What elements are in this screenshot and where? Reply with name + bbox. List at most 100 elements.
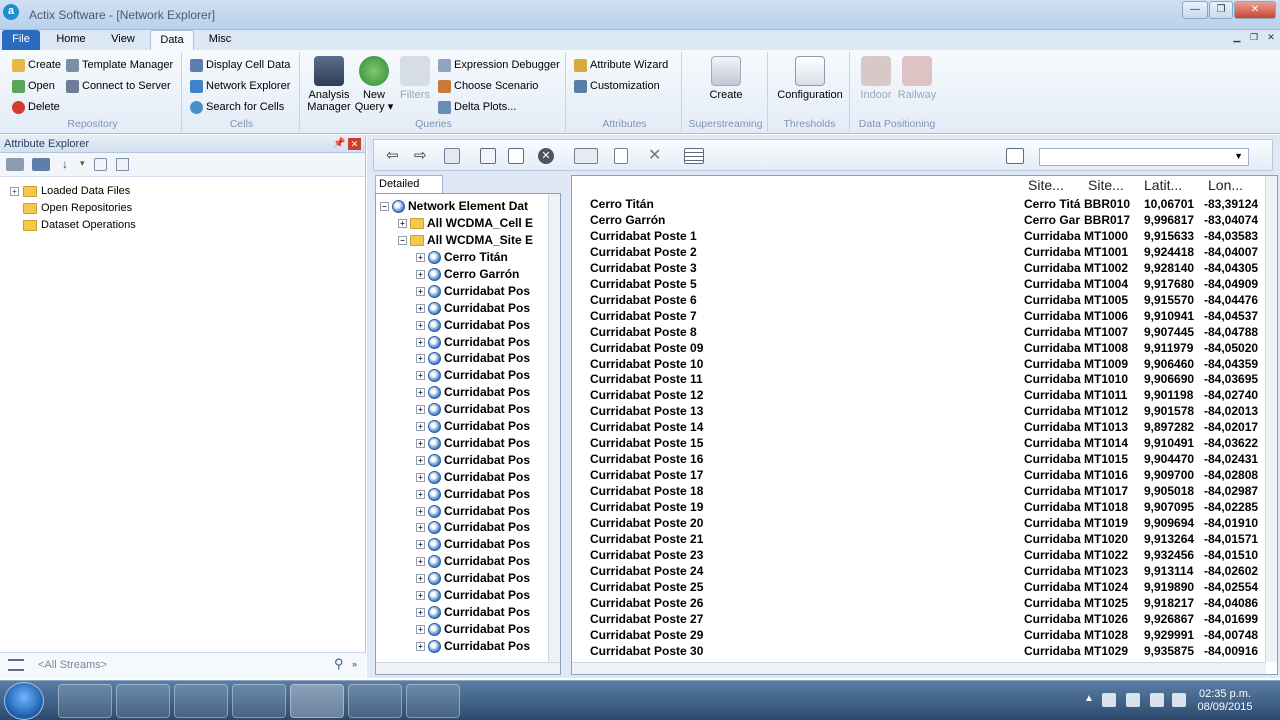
start-button[interactable] (4, 682, 44, 720)
list-row[interactable]: Curridabat Poste 09 Curridaba MT1008 9,9119… (572, 340, 1277, 356)
tree-node[interactable]: + Curridabat Pos (416, 587, 530, 604)
list-horizontal-scrollbar[interactable] (572, 662, 1266, 674)
tree-node[interactable]: + Curridabat Pos (416, 553, 530, 570)
add-icon[interactable] (94, 158, 107, 171)
tree-node[interactable]: + Curridabat Pos (416, 350, 530, 367)
tab-data[interactable]: Data (150, 30, 194, 50)
stop-icon[interactable]: ✕ (538, 148, 554, 164)
attribute-wizard-button[interactable]: Attribute Wizard (574, 56, 668, 74)
search-for-cells-button[interactable]: Search for Cells (190, 98, 284, 116)
minimize-button[interactable]: — (1182, 1, 1208, 19)
customization-button[interactable]: Customization (574, 77, 660, 95)
edit-icon[interactable] (480, 148, 496, 164)
tree-node[interactable]: + Curridabat Pos (416, 418, 530, 435)
expand-icon[interactable]: + (416, 337, 425, 347)
list-row[interactable]: Curridabat Poste 20 Curridaba MT1019 9,9096… (572, 515, 1277, 531)
tray-network-icon[interactable] (1150, 693, 1164, 707)
superstreaming-create-button[interactable]: Create (704, 56, 748, 101)
expand-icon[interactable]: + (416, 320, 425, 330)
list-row[interactable]: Curridabat Poste 16 Curridaba MT1015 9,9044… (572, 451, 1277, 467)
tab-file[interactable]: File (2, 30, 40, 50)
create-button[interactable]: Create (12, 56, 61, 74)
tree-horizontal-scrollbar[interactable] (376, 662, 560, 674)
tree-item-open-repositories[interactable]: Open Repositories (23, 202, 132, 214)
close-button[interactable]: ✕ (1234, 1, 1276, 19)
mdi-restore-button[interactable]: ❐ (1247, 32, 1261, 44)
expand-icon[interactable]: + (416, 540, 425, 550)
display-cell-data-button[interactable]: Display Cell Data (190, 56, 290, 74)
tree-root-node[interactable]: − Network Element Dat (380, 198, 528, 215)
expand-icon[interactable]: + (416, 557, 425, 567)
tree-node[interactable]: + Cerro Titán (416, 249, 508, 266)
expand-icon[interactable]: + (416, 354, 425, 364)
tree-vertical-scrollbar[interactable] (548, 194, 560, 664)
expand-icon[interactable]: + (416, 574, 425, 584)
open-folder-icon[interactable] (574, 148, 598, 164)
list-row[interactable]: Curridabat Poste 1 Curridaba MT1000 9,91563… (572, 228, 1277, 244)
connect-to-server-button[interactable]: Connect to Server (66, 77, 171, 95)
tree-node[interactable]: + Curridabat Pos (416, 621, 530, 638)
clock[interactable]: 02:35 p.m. 08/09/2015 (1192, 688, 1258, 714)
tree-node[interactable]: + Curridabat Pos (416, 570, 530, 587)
expand-icon[interactable]: + (416, 591, 425, 600)
expand-icon[interactable]: + (10, 186, 19, 196)
app-task-icon-2[interactable] (406, 684, 460, 718)
tree-node[interactable]: + Curridabat Pos (416, 536, 530, 553)
open-button[interactable]: Open (12, 77, 55, 95)
tree-node[interactable]: + Curridabat Pos (416, 519, 530, 536)
choose-scenario-button[interactable]: Choose Scenario (438, 77, 538, 95)
delete-icon[interactable]: ✕ (648, 148, 664, 164)
analysis-manager-button[interactable]: Analysis Manager (306, 56, 352, 113)
expand-icon[interactable]: + (416, 506, 425, 516)
tree-node[interactable]: + Curridabat Pos (416, 486, 530, 503)
tree-node[interactable]: + Curridabat Pos (416, 401, 530, 418)
list-row[interactable]: Curridabat Poste 2 Curridaba MT1001 9,92441… (572, 244, 1277, 260)
list-row[interactable]: Curridabat Poste 7 Curridaba MT1006 9,91094… (572, 308, 1277, 324)
list-vertical-scrollbar[interactable] (1265, 176, 1277, 662)
tree-node[interactable]: + Curridabat Pos (416, 452, 530, 469)
up-folder-icon[interactable] (444, 148, 460, 164)
find-icon[interactable] (1006, 148, 1024, 164)
template-manager-button[interactable]: Template Manager (66, 56, 173, 74)
delete-button[interactable]: Delete (12, 98, 60, 116)
list-row[interactable]: Curridabat Poste 8 Curridaba MT1007 9,90744… (572, 324, 1277, 340)
tree-node[interactable]: + Curridabat Pos (416, 384, 530, 401)
list-row[interactable]: Curridabat Poste 19 Curridaba MT1018 9,9070… (572, 499, 1277, 515)
explorer-task-icon[interactable] (58, 684, 112, 718)
dropdown-arrow-icon[interactable]: ▼ (1234, 151, 1243, 161)
column-header-site-name[interactable]: Site... (1028, 176, 1064, 194)
mdi-close-button[interactable]: ✕ (1264, 32, 1278, 44)
chart-app-task-icon[interactable] (232, 684, 286, 718)
tree-node[interactable]: + Curridabat Pos (416, 435, 530, 452)
list-row[interactable]: Curridabat Poste 17 Curridaba MT1016 9,9097… (572, 467, 1277, 483)
new-query-button[interactable]: New Query ▾ (354, 56, 394, 113)
tab-home[interactable]: Home (48, 30, 94, 50)
tree-item-dataset-operations[interactable]: Dataset Operations (23, 219, 136, 231)
expand-icon[interactable]: + (416, 438, 425, 448)
properties-icon[interactable] (116, 158, 129, 171)
search-input[interactable]: ▼ (1039, 148, 1249, 166)
list-row[interactable]: Curridabat Poste 26 Curridaba MT1025 9,9182… (572, 595, 1277, 611)
list-row[interactable]: Curridabat Poste 21 Curridaba MT1020 9,9132… (572, 531, 1277, 547)
stream-input[interactable]: <All Streams> (38, 659, 107, 671)
column-header-site-id[interactable]: Site... (1088, 176, 1124, 194)
close-panel-icon[interactable]: ✕ (348, 138, 361, 150)
tray-arrow-icon[interactable]: ▲ (1084, 693, 1094, 704)
filter-icon[interactable] (6, 158, 24, 171)
expression-debugger-button[interactable]: Expression Debugger (438, 56, 560, 74)
expand-icon[interactable]: + (416, 489, 425, 499)
new-document-icon[interactable] (614, 148, 628, 164)
list-row[interactable]: Curridabat Poste 24 Curridaba MT1023 9,9131… (572, 563, 1277, 579)
list-row[interactable]: Curridabat Poste 14 Curridaba MT1013 9,8972… (572, 419, 1277, 435)
column-header-longitude[interactable]: Lon... (1208, 176, 1243, 194)
refresh-icon[interactable] (508, 148, 524, 164)
list-row[interactable]: Curridabat Poste 29 Curridaba MT1028 9,9299… (572, 627, 1277, 643)
list-row[interactable]: Curridabat Poste 3 Curridaba MT1002 9,92814… (572, 260, 1277, 276)
more-arrow-icon[interactable]: » (352, 659, 357, 669)
search-icon[interactable]: ⚲ (334, 656, 344, 672)
list-row[interactable]: Curridabat Poste 25 Curridaba MT1024 9,9198… (572, 579, 1277, 595)
expand-icon[interactable]: + (416, 641, 425, 651)
expand-icon[interactable]: + (398, 219, 407, 228)
expand-icon[interactable]: + (416, 422, 425, 431)
expand-icon[interactable]: + (416, 523, 425, 533)
